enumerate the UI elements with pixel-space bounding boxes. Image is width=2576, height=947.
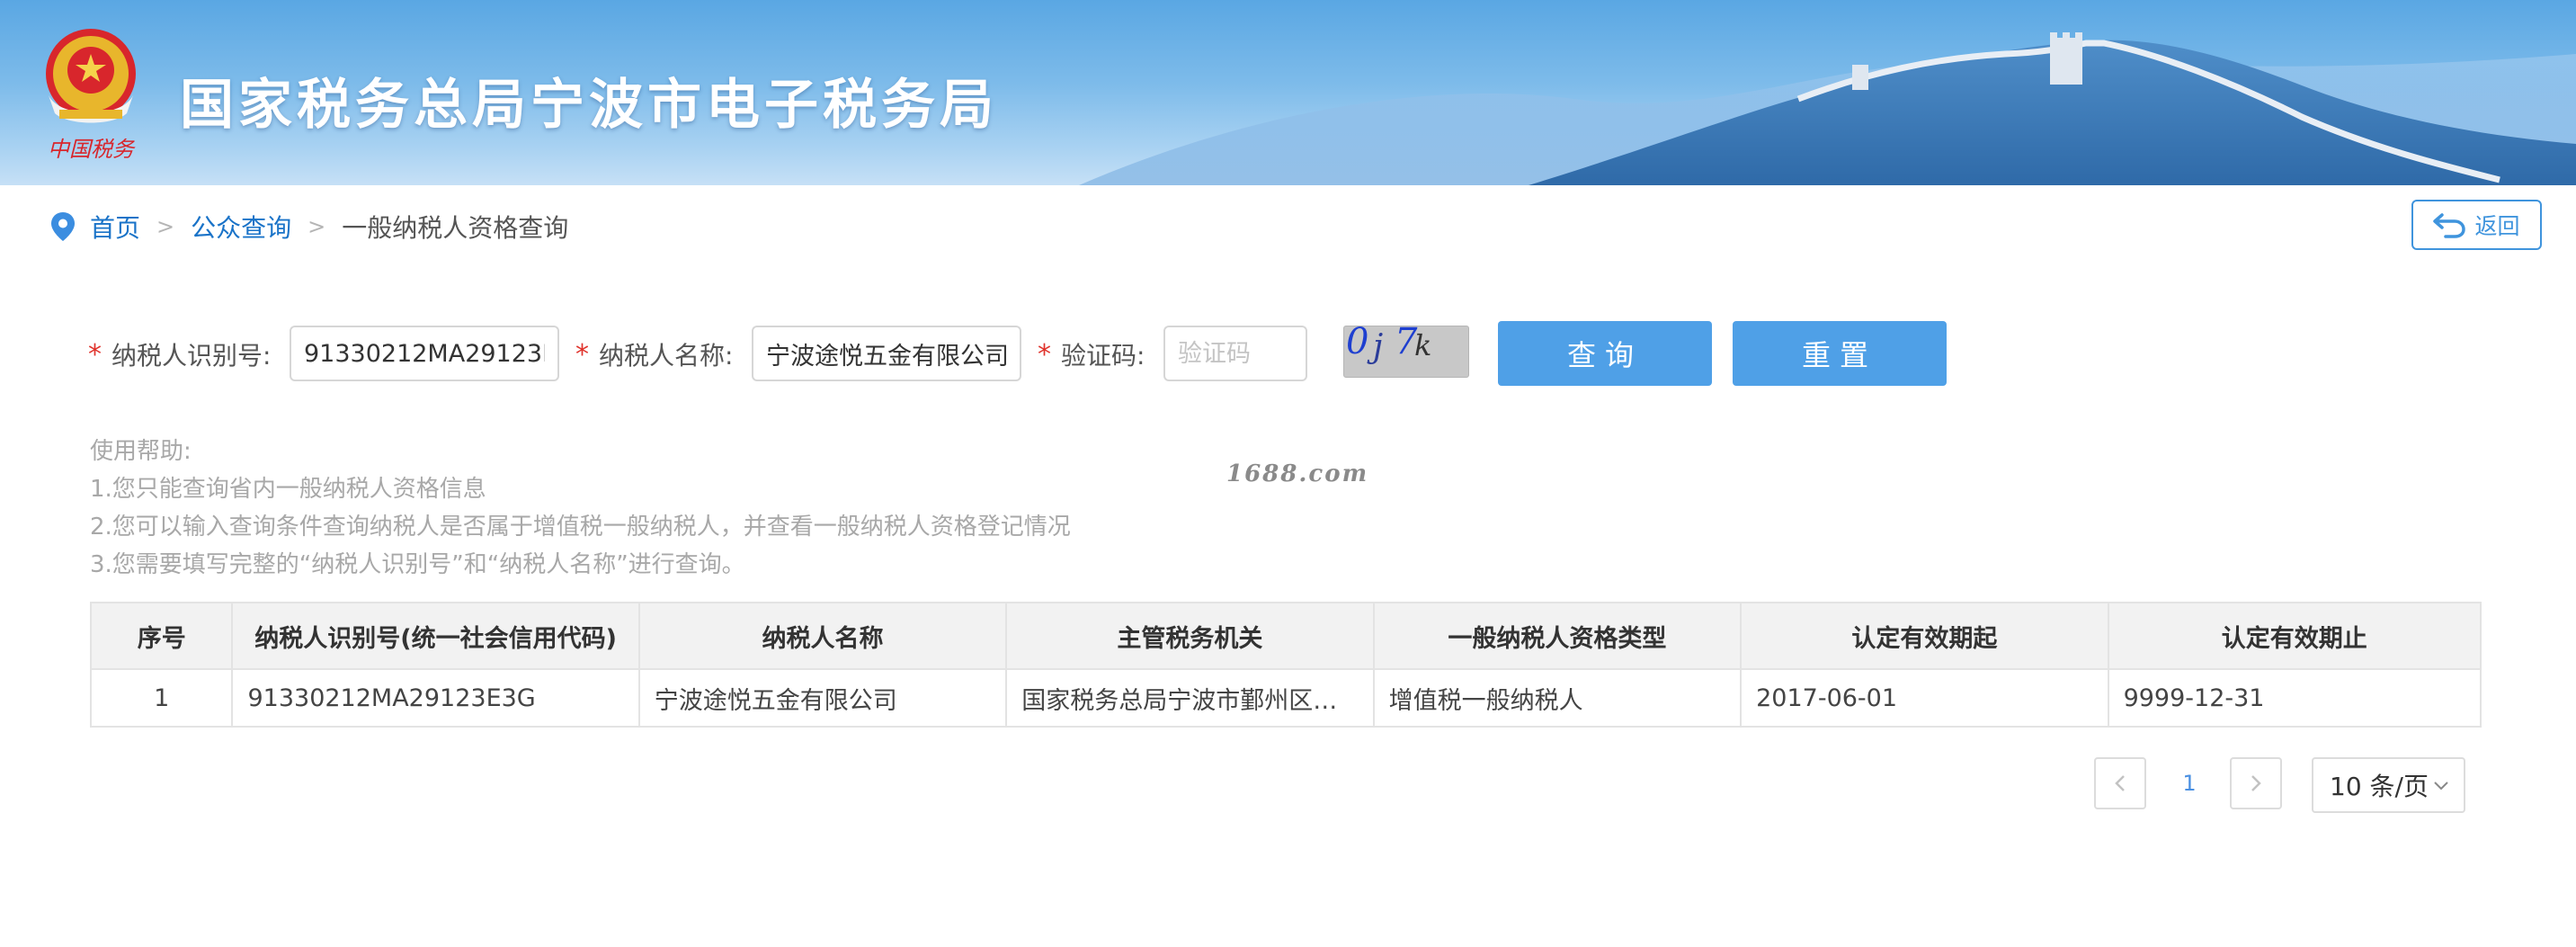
tax-emblem-logo: 中国税务 [46, 29, 136, 162]
captcha-char: j [1373, 328, 1384, 365]
column-header: 纳税人名称 [640, 603, 1008, 668]
captcha-input[interactable] [1163, 326, 1307, 381]
breadcrumb-home[interactable]: 首页 [90, 209, 140, 245]
captcha-char: 0 [1346, 326, 1369, 362]
captcha-label: 验证码: [1061, 341, 1145, 371]
table-header: 序号 纳税人识别号(统一社会信用代码) 纳税人名称 主管税务机关 一般纳税人资格… [92, 603, 2480, 670]
results-table: 序号 纳税人识别号(统一社会信用代码) 纳税人名称 主管税务机关 一般纳税人资格… [90, 602, 2482, 728]
taxpayer-name-input[interactable] [752, 326, 1021, 381]
help-line: 1.您只能查询省内一般纳税人资格信息 [90, 476, 486, 503]
breadcrumb-separator: > [156, 214, 175, 239]
captcha-char: k [1414, 328, 1432, 362]
taxpayer-id-label: 纳税人识别号: [111, 341, 272, 371]
query-button[interactable]: 查询 [1498, 321, 1712, 386]
table-cell-qualification-type: 增值税一般纳税人 [1375, 670, 1743, 726]
column-header: 认定有效期起 [1742, 603, 2109, 668]
taxpayer-name-label: 纳税人名称: [599, 341, 734, 371]
header-banner: 中国税务 国家税务总局宁波市电子税务局 [0, 0, 2576, 185]
table-cell-tax-authority: 国家税务总局宁波市鄞州区… [1007, 670, 1375, 726]
page-size-select[interactable]: 10 条/页 [2312, 757, 2465, 813]
table-cell-taxpayer-name: 宁波途悦五金有限公司 [640, 670, 1008, 726]
column-header: 认定有效期止 [2221, 624, 2367, 653]
column-header: 序号 [92, 603, 234, 668]
return-arrow-icon [2433, 213, 2466, 238]
taxpayer-id-input[interactable] [290, 326, 559, 381]
site-title: 国家税务总局宁波市电子税务局 [180, 74, 998, 137]
chevron-down-icon [2434, 782, 2448, 791]
breadcrumb-current: 一般纳税人资格查询 [342, 213, 569, 243]
required-mark: * [88, 339, 102, 371]
breadcrumb: 首页 > 公众查询 > 一般纳税人资格查询 [50, 209, 568, 245]
help-title: 使用帮助: [90, 438, 192, 465]
back-button[interactable]: 返回 [2411, 200, 2542, 250]
table-cell-valid-from: 2017-06-01 [1742, 670, 2109, 726]
chevron-left-icon [2115, 775, 2125, 791]
required-mark: * [575, 339, 589, 371]
help-line: 2.您可以输入查询条件查询纳税人是否属于增值税一般纳税人，并查看一般纳税人资格登… [90, 514, 1071, 541]
table-cell-taxpayer-id: 91330212MA29123E3G [233, 670, 640, 726]
breadcrumb-separator: > [308, 214, 326, 239]
next-page-button[interactable] [2230, 757, 2282, 809]
back-button-label: 返回 [2474, 213, 2520, 239]
captcha-image[interactable]: 0 j 7 k [1343, 326, 1469, 378]
page-size-value: 10 条/页 [2330, 772, 2429, 801]
tax-authority-text: 国家税务总局宁波市鄞州区… [1021, 686, 1338, 715]
table-row[interactable]: 1 91330212MA29123E3G 宁波途悦五金有限公司 国家税务总局宁波… [92, 670, 2480, 726]
table-cell-index: 1 [92, 670, 234, 726]
column-header: 一般纳税人资格类型 [1375, 603, 1743, 668]
reset-button[interactable]: 重置 [1733, 321, 1947, 386]
column-header: 纳税人识别号(统一社会信用代码) [233, 603, 640, 668]
chevron-right-icon [2251, 775, 2261, 791]
required-mark: * [1038, 339, 1051, 371]
help-line: 3.您需要填写完整的“纳税人识别号”和“纳税人名称”进行查询。 [90, 551, 745, 578]
column-header: 主管税务机关 [1007, 603, 1375, 668]
watermark: 1688.com [1226, 460, 1369, 487]
page-number[interactable]: 1 [2167, 757, 2212, 809]
breadcrumb-section[interactable]: 公众查询 [191, 209, 291, 245]
table-cell-valid-to: 9999-12-31 [2123, 683, 2265, 712]
location-pin-icon [51, 212, 75, 241]
prev-page-button[interactable] [2094, 757, 2146, 809]
emblem-text: 中国税务 [48, 137, 136, 162]
usage-help: 使用帮助: 1.您只能查询省内一般纳税人资格信息 2.您可以输入查询条件查询纳税… [90, 433, 1071, 584]
